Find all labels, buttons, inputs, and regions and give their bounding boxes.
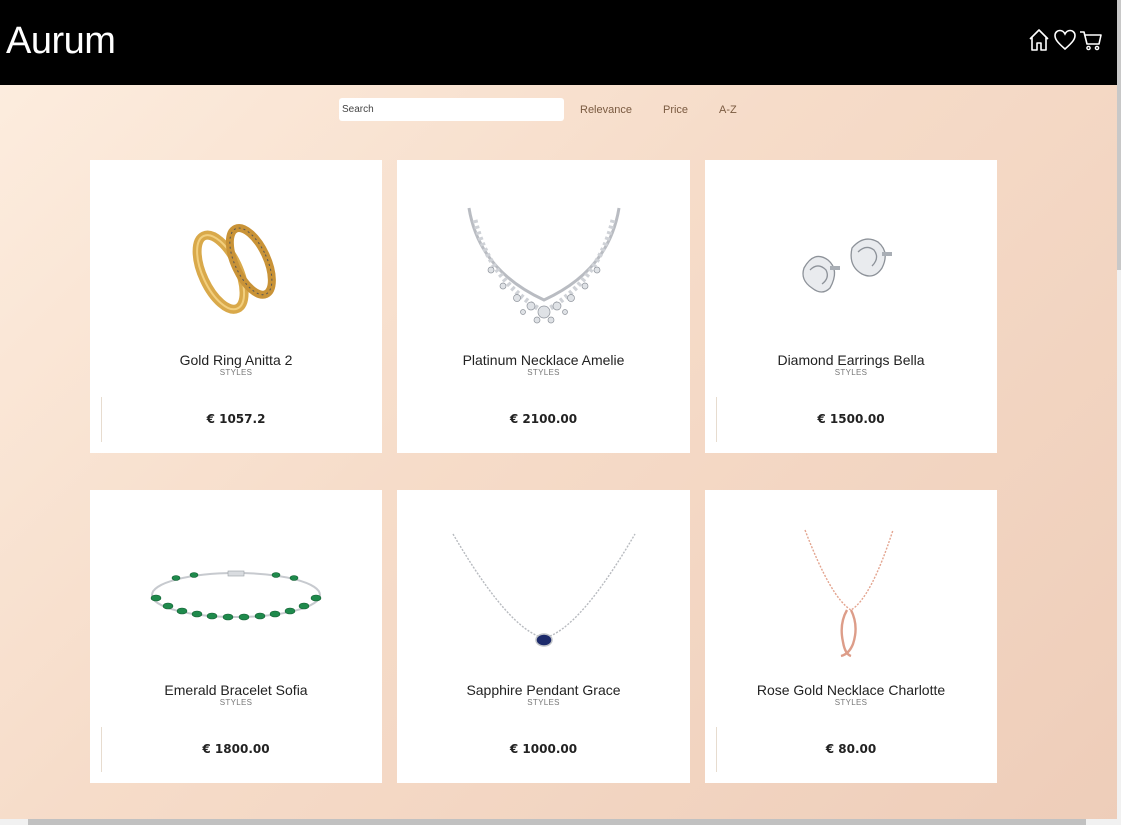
product-price: € 1500.00 <box>817 412 885 426</box>
product-price: € 80.00 <box>825 742 877 756</box>
toolbar: Relevance Price A-Z <box>339 98 737 121</box>
logo[interactable]: Aurum <box>6 20 116 63</box>
product-grid: Gold Ring Anitta 2 STYLES € 1057.2 Plati… <box>90 160 997 783</box>
product-price: € 1057.2 <box>206 412 266 426</box>
product-category: STYLES <box>834 368 868 377</box>
product-name[interactable]: Gold Ring Anitta 2 <box>90 352 382 368</box>
product-image-rose-gold-necklace[interactable] <box>705 510 997 680</box>
product-category: STYLES <box>527 368 560 377</box>
product-card[interactable]: Platinum Necklace Amelie STYLES € 2100.0… <box>397 160 690 453</box>
cart-icon[interactable] <box>1079 27 1103 53</box>
product-price: € 1000.00 <box>509 742 578 756</box>
product-name[interactable]: Rose Gold Necklace Charlotte <box>705 682 997 698</box>
product-price: € 2100.00 <box>509 412 578 426</box>
horizontal-scrollbar-thumb[interactable] <box>28 819 1086 825</box>
vertical-scrollbar[interactable] <box>1117 0 1121 825</box>
product-card[interactable]: Gold Ring Anitta 2 STYLES € 1057.2 <box>90 160 382 453</box>
product-category: STYLES <box>219 698 253 707</box>
product-image-diamond-necklace[interactable] <box>397 180 690 350</box>
product-category: STYLES <box>834 698 868 707</box>
product-name[interactable]: Diamond Earrings Bella <box>705 352 997 368</box>
vertical-scrollbar-thumb[interactable] <box>1117 0 1121 270</box>
product-card[interactable]: Rose Gold Necklace Charlotte STYLES € 80… <box>705 490 997 783</box>
product-name[interactable]: Emerald Bracelet Sofia <box>90 682 382 698</box>
product-image-emerald-bracelet[interactable] <box>90 510 382 680</box>
header-icons <box>1027 27 1103 53</box>
product-card[interactable]: Diamond Earrings Bella STYLES € 1500.00 <box>705 160 997 453</box>
sort-relevance-button[interactable]: Relevance <box>580 104 632 116</box>
search-input[interactable] <box>339 98 564 121</box>
home-icon[interactable] <box>1027 27 1051 53</box>
product-card[interactable]: Emerald Bracelet Sofia STYLES € 1800.00 <box>90 490 382 783</box>
product-image-diamond-earrings[interactable] <box>705 180 997 350</box>
horizontal-scrollbar[interactable] <box>0 819 1121 825</box>
header: Aurum <box>0 0 1117 85</box>
product-name[interactable]: Sapphire Pendant Grace <box>397 682 690 698</box>
product-price: € 1800.00 <box>202 742 270 756</box>
product-image-sapphire-pendant[interactable] <box>397 510 690 680</box>
product-category: STYLES <box>219 368 253 377</box>
product-card[interactable]: Sapphire Pendant Grace STYLES € 1000.00 <box>397 490 690 783</box>
heart-icon[interactable] <box>1053 27 1077 53</box>
sort-price-button[interactable]: Price <box>663 104 688 116</box>
product-name[interactable]: Platinum Necklace Amelie <box>397 352 690 368</box>
product-image-gold-rings[interactable] <box>90 180 382 350</box>
sort-az-button[interactable]: A-Z <box>719 104 737 116</box>
product-category: STYLES <box>527 698 560 707</box>
